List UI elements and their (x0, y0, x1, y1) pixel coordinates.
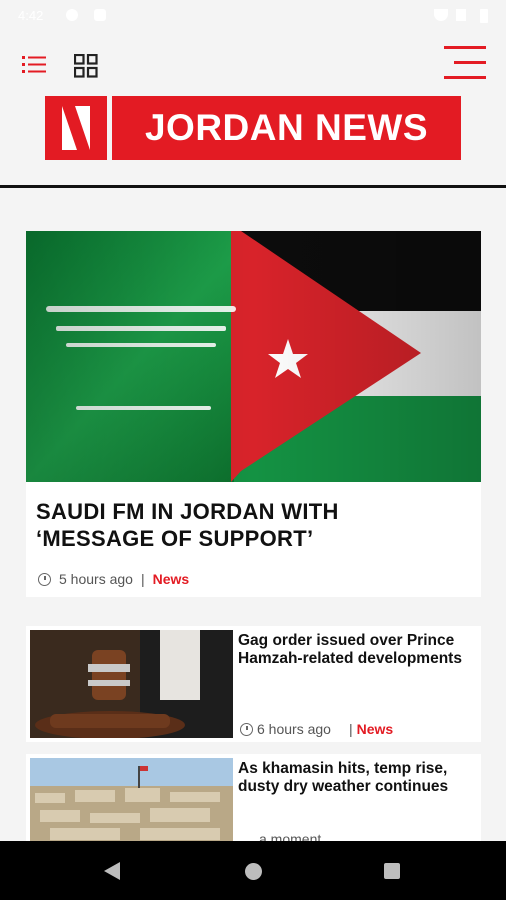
article-title[interactable]: Gag order issued over Prince Hamzah-rela… (238, 632, 474, 667)
article-meta: 6 hours ago | News (240, 721, 393, 737)
article-category[interactable]: News (357, 721, 394, 737)
wifi-icon (434, 9, 448, 21)
home-icon[interactable] (245, 863, 262, 880)
featured-meta: 5 hours ago | News (38, 571, 189, 587)
recent-apps-icon[interactable] (384, 863, 400, 879)
featured-image (26, 231, 481, 482)
meta-separator: | (140, 571, 145, 587)
article-list-item[interactable]: As khamasin hits, temp rise, dusty dry w… (26, 754, 481, 847)
clock-icon (38, 572, 51, 586)
brand-logo[interactable]: JORDAN NEWS (45, 96, 461, 160)
featured-article-card[interactable]: SAUDI FM IN JORDAN WITH ‘MESSAGE OF SUPP… (26, 231, 481, 597)
status-bar: 4:42 (0, 0, 506, 32)
featured-title[interactable]: SAUDI FM IN JORDAN WITH ‘MESSAGE OF SUPP… (36, 498, 456, 552)
article-list-item[interactable]: Gag order issued over Prince Hamzah-rela… (26, 626, 481, 742)
menu-icon[interactable] (444, 45, 488, 81)
clock-icon (240, 722, 253, 736)
back-icon[interactable] (103, 861, 121, 881)
article-thumbnail (30, 758, 233, 844)
header-divider (0, 185, 506, 188)
logo-mark-icon (45, 96, 107, 160)
signal-icon (456, 9, 466, 21)
featured-category[interactable]: News (153, 571, 190, 587)
article-thumbnail (30, 630, 233, 738)
article-title[interactable]: As khamasin hits, temp rise, dusty dry w… (238, 760, 474, 795)
grid-view-icon[interactable] (74, 54, 98, 78)
brand-name: JORDAN NEWS (112, 96, 461, 160)
system-nav-bar (0, 841, 506, 900)
top-toolbar (0, 32, 506, 90)
notification-icon (94, 9, 106, 21)
status-time: 4:42 (18, 8, 44, 23)
battery-icon (480, 9, 488, 23)
list-view-icon[interactable] (22, 54, 48, 76)
featured-time: 5 hours ago (59, 571, 133, 587)
notification-icon (66, 9, 78, 21)
meta-separator: | (348, 721, 353, 737)
article-time: 6 hours ago (257, 721, 331, 737)
